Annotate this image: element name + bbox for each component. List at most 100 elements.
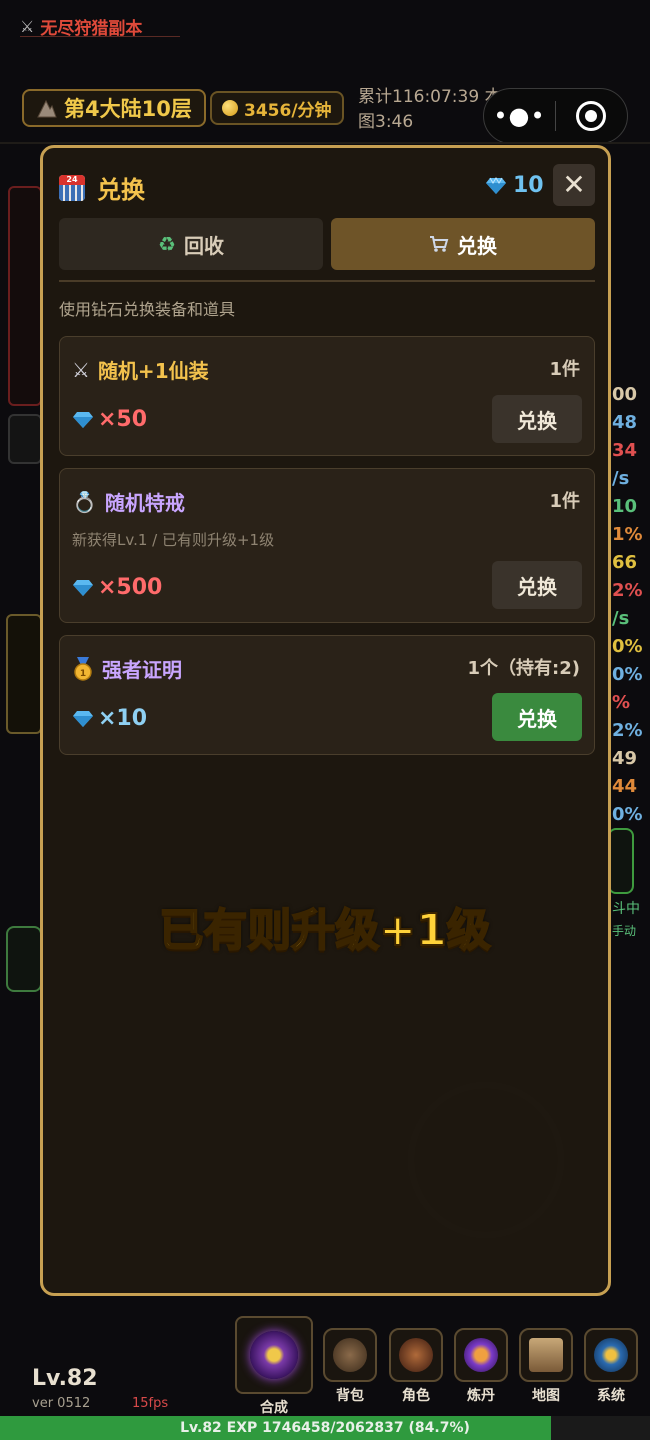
tab-recycle-label: 回收 (183, 233, 224, 258)
cart-icon (430, 236, 449, 252)
item-quantity: 1件 (549, 359, 580, 380)
exp-bar: Lv.82 EXP 1746458/2062837 (84.7%) (0, 1416, 650, 1440)
bg-left-panel (8, 186, 42, 406)
bg-stat: 0% (612, 636, 643, 657)
bg-stat: 48 (612, 412, 638, 433)
fps-counter: 15fps (132, 1396, 169, 1411)
gold-rate-pill: 3456/分钟 (210, 91, 344, 125)
item-price: ×50 (72, 407, 147, 432)
nav-system[interactable] (584, 1328, 638, 1382)
nav-map-label: 地图 (532, 1388, 560, 1404)
item-name: 💍 随机特戒 (72, 487, 185, 516)
nav-map[interactable] (519, 1328, 573, 1382)
toast-message: 已有则升级+1级 (158, 904, 491, 957)
backpack-icon (333, 1338, 367, 1372)
gold-rate-text: 3456/分钟 (244, 100, 332, 121)
bg-stat: 2% (612, 720, 643, 741)
more-menu-button[interactable]: •●• (484, 102, 555, 130)
shop-item: 💍 随机特戒 1件 新获得Lv.1 / 已有则升级+1级 ×500 兑换 (59, 468, 595, 623)
header-divider (0, 142, 650, 144)
item-name-text: 随机+1仙装 (97, 359, 209, 383)
player-level: Lv.82 (32, 1366, 98, 1391)
tab-recycle[interactable]: ♻ 回收 (59, 218, 323, 270)
version-text: ver 0512 (32, 1396, 91, 1411)
item-name: 1 强者证明 (72, 654, 182, 683)
target-icon (576, 101, 607, 131)
synthesize-button[interactable] (235, 1316, 313, 1394)
exchange-button[interactable]: 兑换 (492, 693, 582, 741)
bg-left-button (8, 414, 42, 464)
gold-coin-icon (222, 100, 238, 116)
nav-system-label: 系统 (597, 1388, 625, 1404)
bg-stat: 10 (612, 496, 638, 517)
tab-exchange-label: 兑换 (457, 233, 497, 258)
settings-icon (594, 1338, 628, 1372)
location-text: 第4大陆10层 (64, 97, 192, 121)
bg-stat: 44 (612, 776, 638, 797)
tab-exchange[interactable]: 兑换 (331, 218, 595, 270)
bg-stat: 0% (612, 804, 643, 825)
bg-stat: % (612, 692, 631, 713)
location-pill[interactable]: 第4大陆10层 (22, 89, 206, 127)
item-price-text: ×50 (98, 407, 148, 432)
synthesize-orb-icon (250, 1331, 298, 1379)
bg-stat: 2% (612, 580, 643, 601)
nav-character-label: 角色 (402, 1388, 430, 1404)
bg-stat: 49 (612, 748, 638, 769)
shop-item: 1 强者证明 1个（持有:2) ×10 兑换 (59, 635, 595, 755)
diamond-icon (73, 411, 93, 428)
bg-stat: 0% (612, 664, 643, 685)
recycle-icon: ♻ (158, 232, 176, 256)
exchange-button[interactable]: 兑换 (492, 561, 582, 609)
diamond-icon (73, 710, 93, 727)
exchange-modal: 24 兑换 10 ✕ ♻ 回收 兑换 使用钻石兑换装备和道具 ⚔ 随机+1仙装 … (40, 145, 611, 1296)
bg-stat: 34 (612, 440, 638, 461)
title-underline (20, 36, 180, 37)
modal-title: 24 兑换 (59, 170, 145, 205)
item-quantity: 1件 (549, 491, 580, 512)
item-description: 新获得Lv.1 / 已有则升级+1级 (72, 531, 275, 549)
tab-divider (59, 280, 595, 282)
item-name-text: 随机特戒 (104, 491, 185, 515)
shop-item: ⚔ 随机+1仙装 1件 ×50 兑换 (59, 336, 595, 456)
exp-text: Lv.82 EXP 1746458/2062837 (84.7%) (180, 1420, 470, 1436)
nav-character[interactable] (389, 1328, 443, 1382)
nav-backpack-label: 背包 (336, 1388, 364, 1404)
calendar-icon: 24 (59, 174, 85, 201)
item-quantity: 1个（持有:2) (467, 658, 580, 679)
item-price: ×10 (72, 706, 147, 731)
bg-right-green-panel (608, 828, 634, 894)
item-price-text: ×10 (98, 706, 148, 731)
diamond-balance: 10 (485, 173, 544, 198)
modal-subtitle: 使用钻石兑换装备和道具 (59, 300, 236, 319)
close-button[interactable]: ✕ (553, 164, 595, 206)
miniprogram-capsule: •●• (483, 88, 628, 144)
crossed-swords-icon: ⚔ (20, 17, 35, 36)
svg-text:1: 1 (80, 669, 86, 679)
mountain-icon (37, 99, 57, 118)
nav-alchemy[interactable] (454, 1328, 508, 1382)
synthesize-label: 合成 (260, 1400, 288, 1416)
close-miniprogram-button[interactable] (556, 101, 627, 131)
item-price-text: ×500 (98, 575, 163, 600)
item-name-text: 强者证明 (102, 658, 182, 682)
exchange-button[interactable]: 兑换 (492, 395, 582, 443)
bg-stat: /s (612, 468, 630, 489)
diamond-icon (486, 176, 506, 194)
character-icon (399, 1338, 433, 1372)
diamond-balance-text: 10 (513, 173, 544, 198)
nav-backpack[interactable] (323, 1328, 377, 1382)
bg-stat: /s (612, 608, 630, 629)
ring-icon: 💍 (72, 489, 97, 514)
medal-icon: 1 (74, 656, 92, 681)
bg-left-panel-2 (6, 614, 42, 734)
bg-stat: 66 (612, 552, 638, 573)
alchemy-icon (464, 1338, 498, 1372)
item-price: ×500 (72, 575, 162, 600)
item-name: ⚔ 随机+1仙装 (72, 355, 209, 384)
game-screen: ⚔ 无尽狩猎副本 第4大陆10层 3456/分钟 累计116:07:39 本 图… (0, 0, 650, 1440)
diamond-icon (73, 579, 93, 596)
map-icon (529, 1338, 563, 1372)
modal-title-text: 兑换 (97, 176, 145, 204)
swords-icon: ⚔ (72, 357, 90, 382)
